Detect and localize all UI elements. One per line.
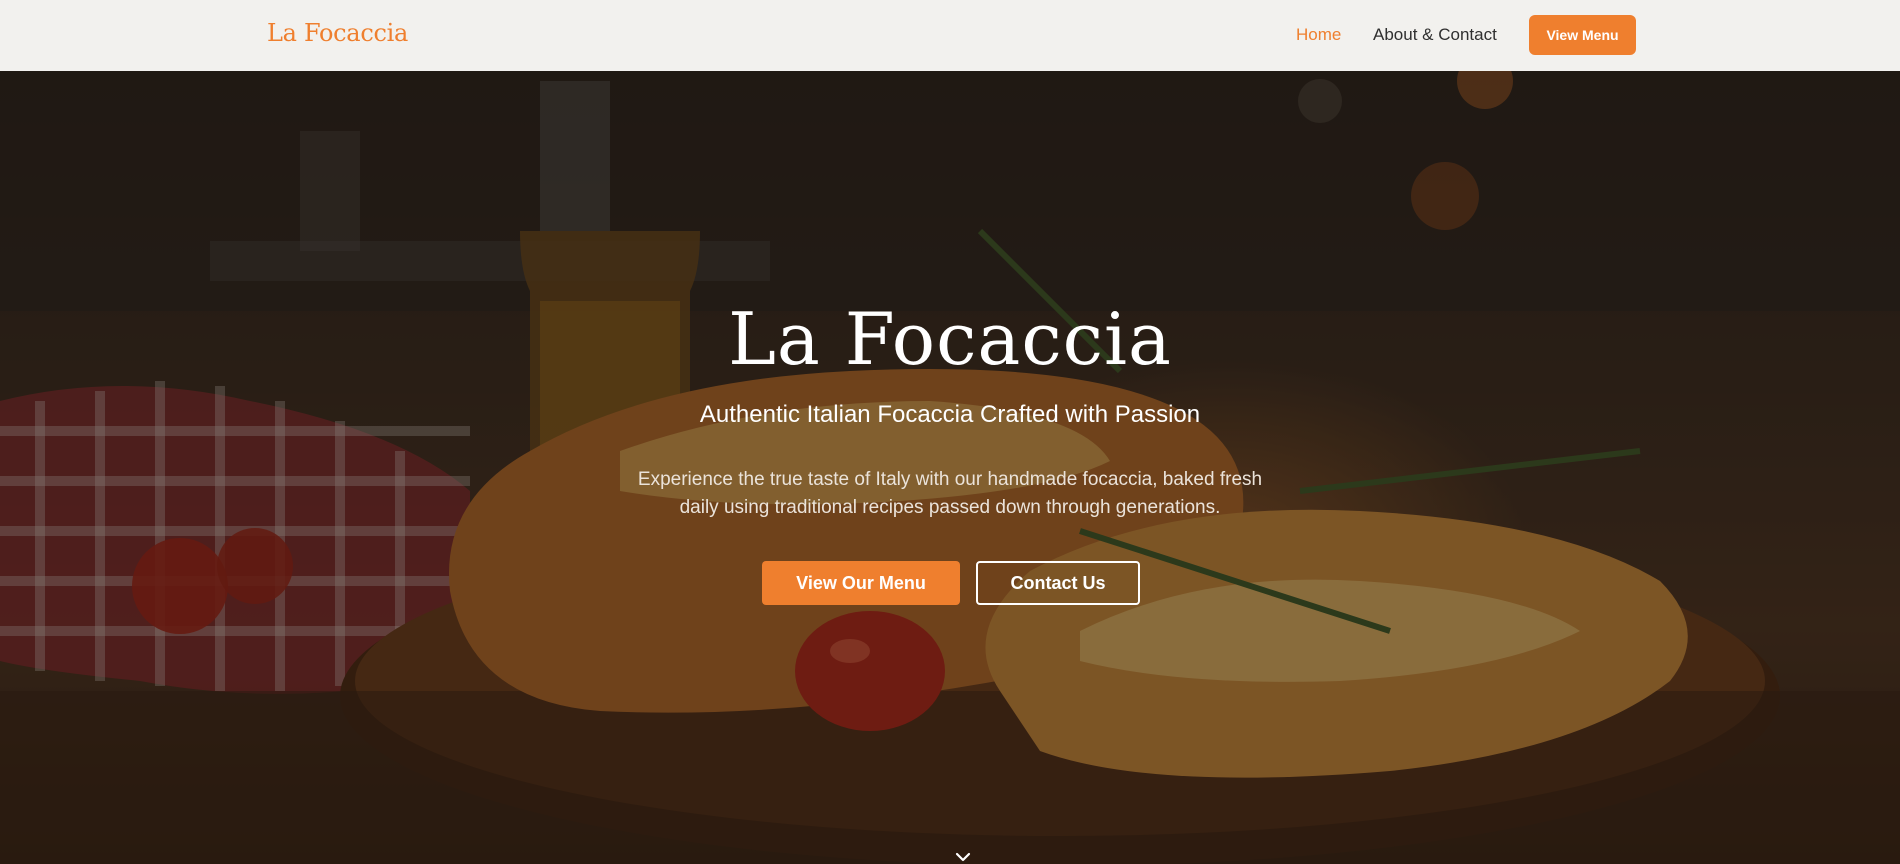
hero-title: La Focaccia [728, 297, 1172, 381]
view-menu-button[interactable]: View Menu [1529, 15, 1636, 55]
navbar: La Focaccia Home About & Contact View Me… [0, 0, 1900, 71]
brand-logo[interactable]: La Focaccia [267, 19, 408, 47]
hero-description: Experience the true taste of Italy with … [637, 469, 1263, 518]
contact-us-button[interactable]: Contact Us [976, 561, 1140, 605]
view-our-menu-button[interactable]: View Our Menu [762, 561, 960, 605]
hero-subtitle: Authentic Italian Focaccia Crafted with … [699, 401, 1201, 428]
nav-link-about-contact[interactable]: About & Contact [1373, 25, 1497, 45]
chevron-down-icon[interactable] [955, 851, 971, 864]
hero-section: La Focaccia Authentic Italian Focaccia C… [0, 71, 1900, 864]
nav-link-home[interactable]: Home [1296, 25, 1341, 45]
